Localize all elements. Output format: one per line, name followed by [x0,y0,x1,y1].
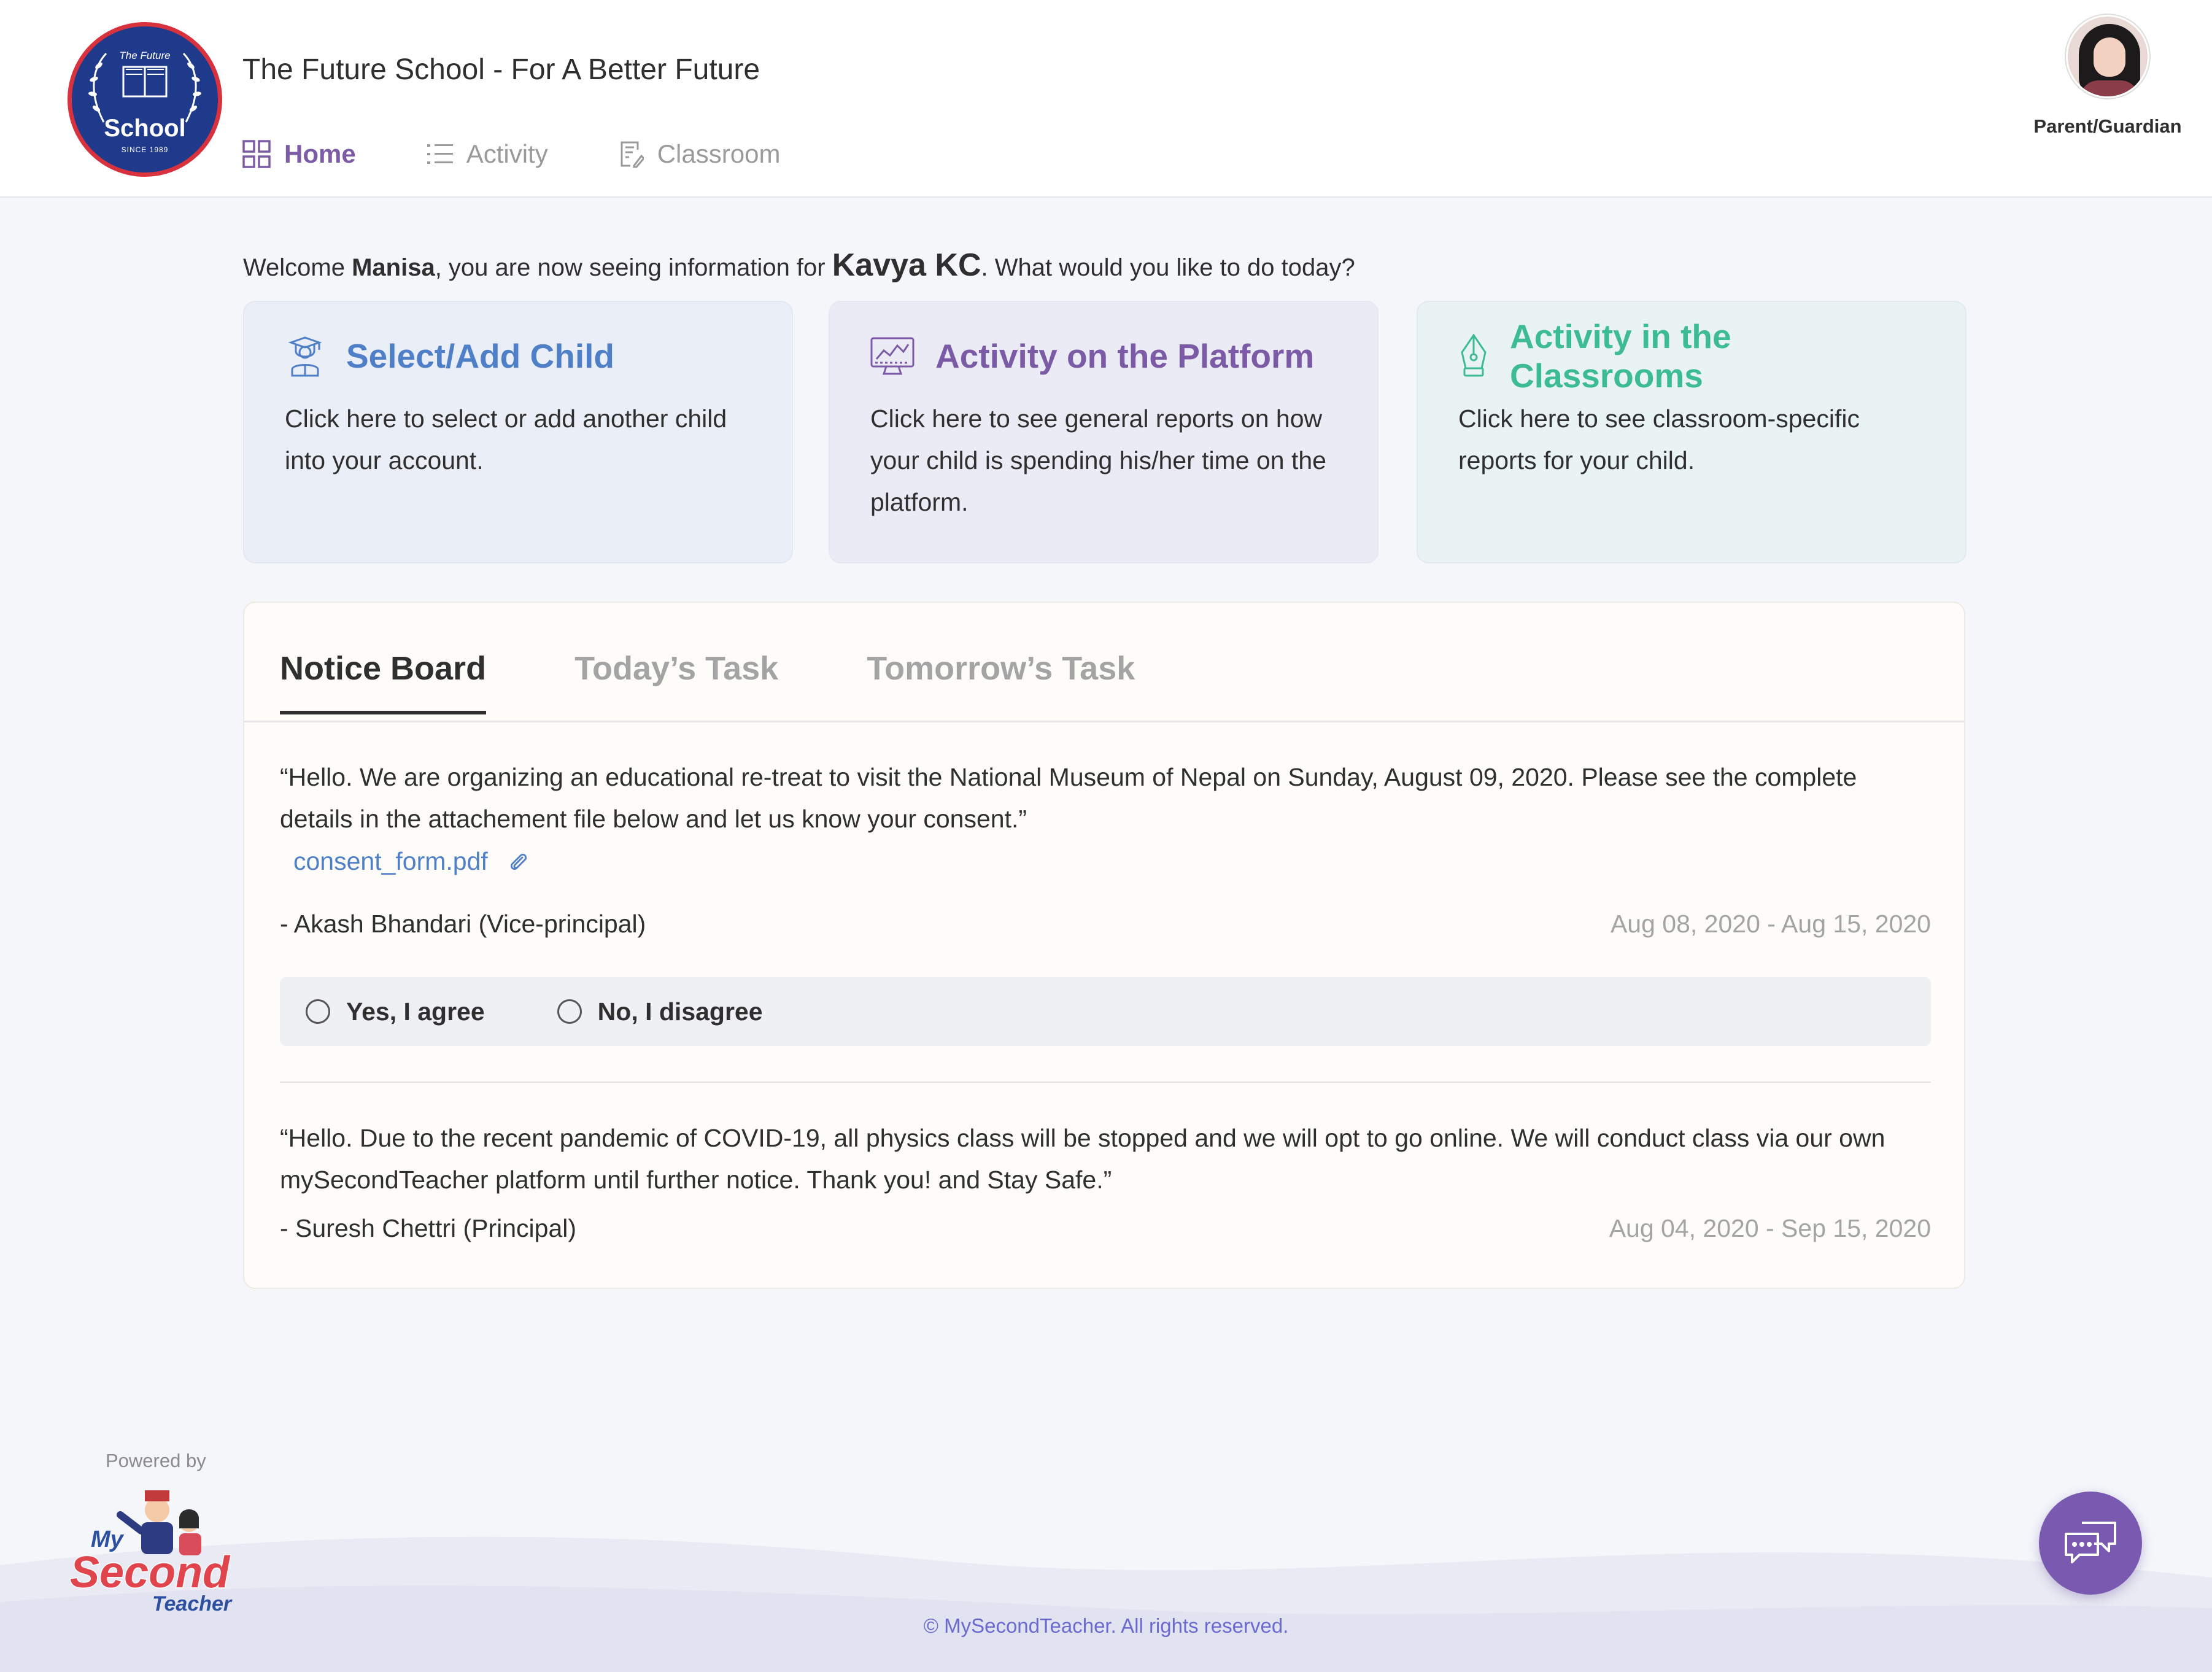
welcome-prefix: Welcome [243,254,352,281]
card-header: Activity in the Classrooms [1458,317,1925,395]
document-edit-icon [621,141,644,168]
notice-author: - Suresh Chettri (Principal) [280,1214,577,1242]
nav-home[interactable]: Home [242,139,356,169]
nav-activity-label: Activity [466,139,548,168]
school-logo[interactable]: The Future School SINCE 1989 [68,22,222,177]
panel-tabs: Notice Board Today’s Task Tomorrow’s Tas… [280,649,1223,714]
radio-agree[interactable]: Yes, I agree [306,997,485,1026]
welcome-middle: , you are now seeing information for [435,254,832,281]
radio-disagree[interactable]: No, I disagree [557,997,763,1026]
book-icon [122,66,168,98]
top-header: The Future School SINCE 1989 The Future … [0,0,2212,198]
card-title: Activity on the Platform [935,337,1315,375]
footer-wave [0,1536,2212,1672]
laurel-left-icon [88,52,107,123]
copyright-text: © MySecondTeacher. All rights reserved. [923,1614,1289,1637]
card-description: Click here to see general reports on how… [870,404,1326,516]
notice-board-panel: Notice Board Today’s Task Tomorrow’s Tas… [243,602,1965,1289]
welcome-child-name: Kavya KC [832,247,981,283]
nav-classroom-label: Classroom [657,139,781,168]
list-icon [427,144,453,164]
welcome-suffix: . What would you like to do today? [981,254,1355,281]
card-header: Activity on the Platform [870,336,1337,376]
notice-date-range: Aug 04, 2020 - Sep 15, 2020 [1609,1214,1931,1242]
nav-classroom[interactable]: Classroom [619,139,781,169]
nav-activity[interactable]: Activity [427,139,548,169]
radio-circle [306,999,330,1024]
school-logo-badge: The Future School SINCE 1989 [72,26,218,172]
consent-options: Yes, I agree No, I disagree [280,977,1931,1046]
user-role-label: Parent/Guardian [2033,115,2182,137]
notice-text: “Hello. Due to the recent pandemic of CO… [280,1124,1885,1194]
notice-author: - Akash Bhandari (Vice-principal) [280,910,646,938]
student-icon [288,336,322,377]
tab-divider [244,721,1964,722]
card-description: Click here to see classroom-specific rep… [1458,404,1860,474]
card-header: Select/Add Child [285,336,751,377]
radio-circle [557,999,582,1024]
nav-home-label: Home [284,139,356,168]
mysecondteacher-logo[interactable]: My Second Teacher [66,1479,260,1620]
welcome-user-name: Manisa [352,254,435,281]
card-title: Select/Add Child [346,337,614,375]
activity-platform-card[interactable]: Activity on the Platform Click here to s… [829,301,1379,563]
main-nav: Home Activity Classroom [242,136,851,172]
logo-name-text: School [104,115,186,142]
grid-icon [242,140,271,168]
attachment-link[interactable]: consent_form.pdf [293,847,528,876]
logo-since-text: SINCE 1989 [121,145,169,154]
user-menu[interactable]: Parent/Guardian [2028,15,2187,137]
user-avatar[interactable] [2066,15,2149,98]
select-add-child-card[interactable]: Select/Add Child Click here to select or… [243,301,793,563]
notice-divider [280,1082,1931,1083]
chat-button[interactable] [2039,1492,2142,1595]
welcome-message: Welcome Manisa, you are now seeing infor… [243,247,1355,284]
school-title: The Future School - For A Better Future [242,53,760,86]
tab-tomorrows-task[interactable]: Tomorrow’s Task [867,649,1135,714]
activity-classrooms-card[interactable]: Activity in the Classrooms Click here to… [1417,301,1966,563]
radio-disagree-label: No, I disagree [597,997,763,1026]
logo-top-text: The Future [119,50,171,61]
attachment-filename: consent_form.pdf [293,847,488,875]
notice-text: “Hello. We are organizing an educational… [280,763,1857,833]
logo-second-text: Second [70,1548,231,1597]
card-title: Activity in the Classrooms [1510,317,1731,395]
radio-agree-label: Yes, I agree [346,997,485,1026]
logo-teacher-text: Teacher [152,1592,233,1616]
card-description: Click here to select or add another chil… [285,404,727,474]
powered-by-label: Powered by [106,1450,206,1471]
paperclip-icon [510,853,527,870]
notice-date-range: Aug 08, 2020 - Aug 15, 2020 [1610,910,1931,938]
chat-bubbles-icon [2065,1522,2116,1563]
monitor-chart-icon [870,337,915,375]
laurel-right-icon [182,52,201,123]
tab-notice-board[interactable]: Notice Board [280,649,487,714]
pen-nib-icon [1461,334,1487,377]
page: The Future School SINCE 1989 The Future … [0,0,2212,1672]
tab-todays-task[interactable]: Today’s Task [574,649,778,714]
